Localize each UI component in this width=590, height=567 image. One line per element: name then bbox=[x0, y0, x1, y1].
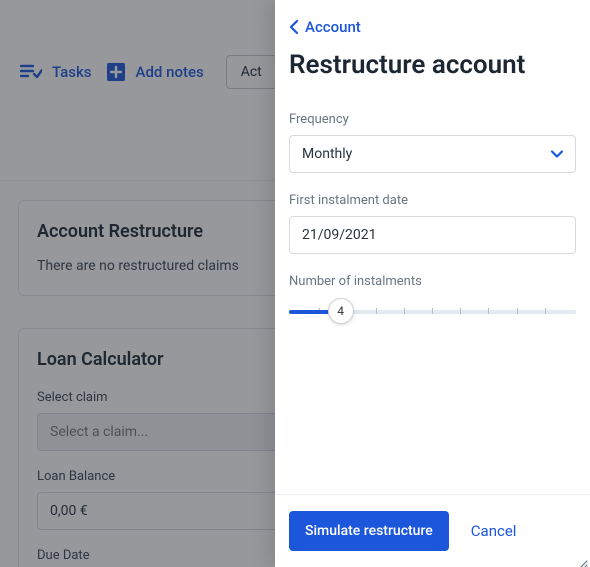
num-instalments-label: Number of instalments bbox=[289, 274, 576, 289]
panel-title: Restructure account bbox=[289, 50, 576, 80]
panel-body: Account Restructure account Frequency Fi… bbox=[275, 0, 590, 494]
slider-value: 4 bbox=[337, 304, 344, 318]
frequency-label: Frequency bbox=[289, 112, 576, 127]
panel-footer: Simulate restructure Cancel bbox=[275, 494, 590, 567]
resize-handle-icon bbox=[578, 555, 588, 565]
slider-thumb[interactable]: 4 bbox=[328, 298, 354, 324]
back-link[interactable]: Account bbox=[289, 18, 361, 36]
cancel-button[interactable]: Cancel bbox=[471, 522, 517, 540]
chevron-left-icon bbox=[289, 20, 299, 34]
back-label: Account bbox=[305, 18, 361, 36]
instalments-slider[interactable]: 4 bbox=[289, 297, 576, 325]
frequency-select[interactable] bbox=[289, 135, 576, 173]
first-date-label: First instalment date bbox=[289, 193, 576, 208]
simulate-button[interactable]: Simulate restructure bbox=[289, 511, 449, 551]
frequency-value bbox=[289, 135, 576, 173]
first-date-input[interactable] bbox=[289, 216, 576, 254]
restructure-panel: Account Restructure account Frequency Fi… bbox=[275, 0, 590, 567]
